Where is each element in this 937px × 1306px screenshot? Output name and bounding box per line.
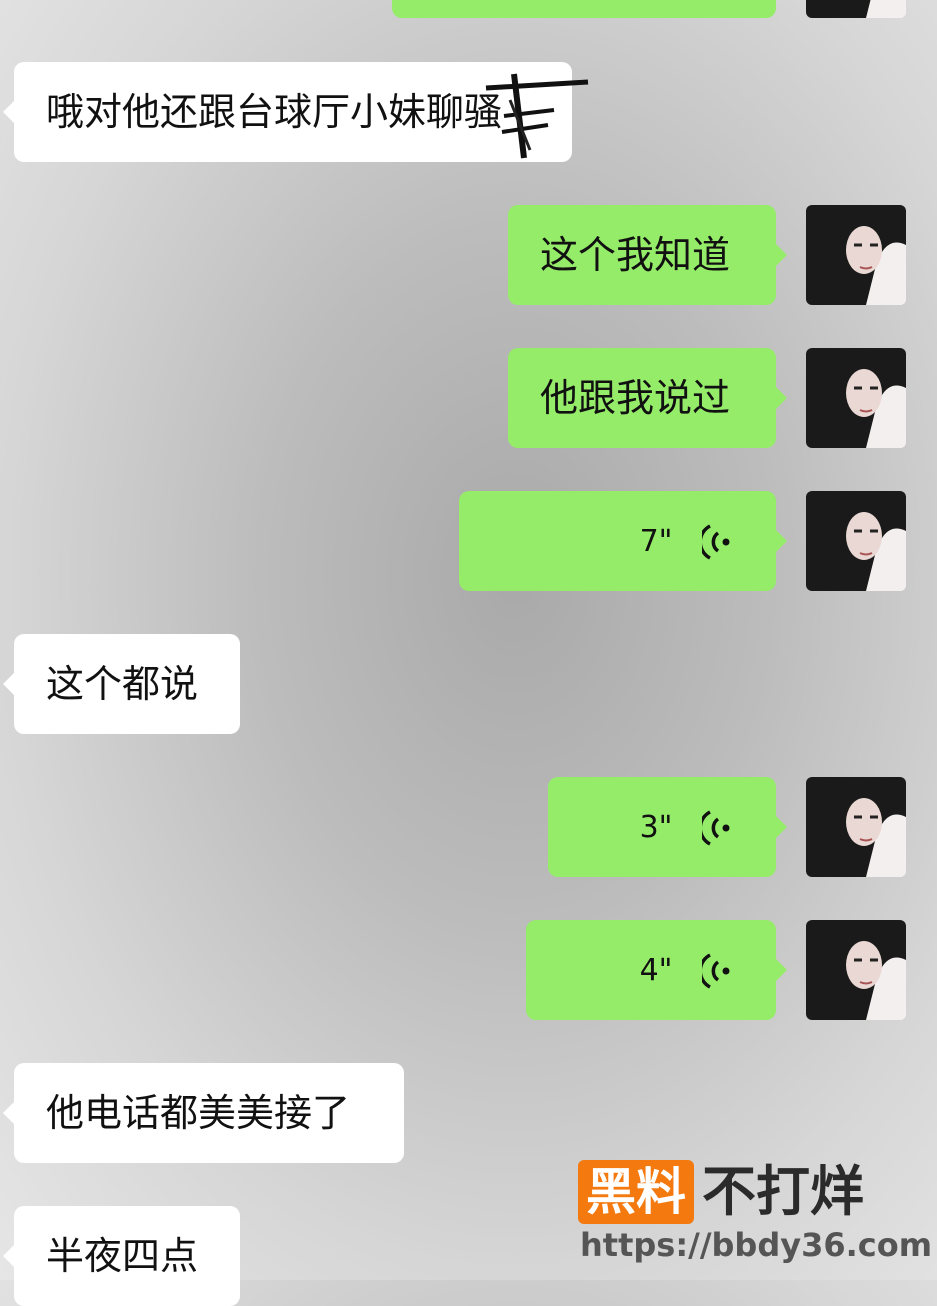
- message-bubble-partial[interactable]: [392, 0, 776, 18]
- scribble-mark: [485, 73, 589, 159]
- incoming-message[interactable]: 这个都说: [3, 634, 240, 734]
- voice-wave-icon: [702, 952, 730, 989]
- voice-message[interactable]: 3": [548, 777, 787, 877]
- avatar[interactable]: [806, 348, 906, 448]
- outgoing-message[interactable]: 他跟我说过: [508, 348, 787, 448]
- voice-wave-icon: [702, 523, 730, 560]
- voice-duration: 7": [639, 523, 673, 559]
- outgoing-message[interactable]: 这个我知道: [508, 205, 787, 305]
- voice-message[interactable]: 7": [459, 491, 787, 591]
- avatar[interactable]: [806, 920, 906, 1020]
- avatar[interactable]: [806, 777, 906, 877]
- message-text: 这个我知道: [540, 233, 731, 277]
- incoming-message[interactable]: 半夜四点: [3, 1206, 240, 1306]
- watermark-url: https://bbdy36.com: [580, 1226, 933, 1264]
- watermark-brand-text: 不打烊: [702, 1160, 864, 1223]
- watermark-logo: 黑料 不打烊: [578, 1160, 864, 1224]
- message-text: 他电话都美美接了: [46, 1091, 351, 1135]
- avatar[interactable]: [806, 491, 906, 591]
- incoming-message[interactable]: 他电话都美美接了: [3, 1063, 404, 1163]
- message-text: 半夜四点: [46, 1234, 199, 1278]
- avatar[interactable]: [806, 0, 906, 18]
- message-text: 他跟我说过: [540, 376, 731, 420]
- voice-message[interactable]: 4": [526, 920, 787, 1020]
- voice-wave-icon: [702, 809, 730, 846]
- voice-duration: 4": [639, 952, 673, 988]
- avatar[interactable]: [806, 205, 906, 305]
- watermark-brand-box: 黑料: [578, 1160, 694, 1224]
- voice-duration: 3": [639, 809, 673, 845]
- message-text: 哦对他还跟台球厅小妹聊骚: [46, 90, 503, 134]
- message-text: 这个都说: [46, 662, 199, 706]
